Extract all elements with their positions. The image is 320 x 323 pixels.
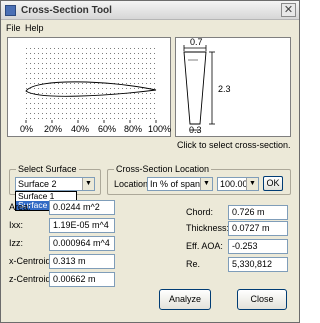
location-select-value: In % of span — [150, 179, 201, 189]
ok-button[interactable]: OK — [263, 176, 283, 191]
tick-40: 40% — [71, 124, 90, 134]
izz-field: 0.000964 m^4 — [49, 236, 115, 251]
planform-bottom-dim: 0.3 — [189, 125, 202, 135]
chevron-down-icon[interactable]: ▼ — [246, 178, 258, 190]
cross-section-location-label: Cross-Section Location — [114, 164, 212, 174]
tick-0: 0% — [20, 124, 34, 134]
re-label: Re. — [186, 259, 201, 269]
percent-select[interactable]: 100.00 ▼ — [217, 177, 259, 191]
cross-section-tool-window: Cross-Section Tool ✕ File Help 0% 20% 40… — [0, 0, 300, 323]
x-centroid-label: x-Centroid: — [9, 256, 54, 266]
window-title: Cross-Section Tool — [21, 5, 112, 16]
tick-60: 60% — [98, 124, 117, 134]
menu-file[interactable]: File — [6, 23, 21, 33]
close-icon[interactable]: ✕ — [281, 3, 296, 17]
thickness-field: 0.0727 m — [228, 221, 288, 236]
chord-label: Chord: — [186, 207, 214, 217]
izz-label: Izz: — [9, 238, 24, 248]
area-label: Area: — [9, 202, 31, 212]
eff-aoa-field: -0.253 — [228, 239, 288, 254]
surface-select-value: Surface 2 — [18, 179, 57, 189]
planform-top-dim: 0.7 — [190, 37, 203, 47]
planform-caption: Click to select cross-section. — [177, 140, 291, 150]
planform-drawing[interactable] — [176, 38, 290, 136]
chevron-down-icon[interactable]: ▼ — [82, 178, 94, 190]
menu-help[interactable]: Help — [25, 23, 44, 33]
airfoil-plot-panel: 0% 20% 40% 60% 80% 100% — [7, 37, 171, 137]
wing-planform — [183, 51, 207, 125]
app-icon — [5, 5, 16, 16]
airfoil-plot — [25, 48, 157, 123]
ixx-field: 1.19E-05 m^4 — [49, 218, 115, 233]
planform-side-dim: 2.3 — [218, 84, 231, 94]
re-field: 5,330,812 — [228, 257, 288, 272]
analyze-button[interactable]: Analyze — [159, 289, 211, 310]
z-centroid-field: 0.00662 m — [49, 272, 115, 287]
surface-select[interactable]: Surface 2 ▼ — [15, 177, 95, 191]
airfoil-outline — [25, 81, 157, 97]
title-bar: Cross-Section Tool ✕ — [1, 1, 299, 20]
percent-select-value: 100.00 — [220, 179, 248, 189]
tick-100: 100% — [148, 124, 172, 134]
close-button[interactable]: Close — [237, 289, 287, 310]
area-field: 0.0244 m^2 — [49, 200, 115, 215]
tick-20: 20% — [44, 124, 63, 134]
chevron-down-icon[interactable]: ▼ — [200, 178, 212, 190]
tick-80: 80% — [124, 124, 143, 134]
location-label: Location: — [114, 179, 151, 189]
eff-aoa-label: Eff. AOA: — [186, 241, 223, 251]
planform-panel[interactable]: 0.7 2.3 0.3 — [175, 37, 291, 137]
menu-bar: File Help — [1, 21, 299, 35]
select-surface-label: Select Surface — [16, 164, 79, 174]
location-select[interactable]: In % of span ▼ — [147, 177, 213, 191]
chord-field: 0.726 m — [228, 205, 288, 220]
x-centroid-field: 0.313 m — [49, 254, 115, 269]
thickness-label: Thickness: — [186, 223, 230, 233]
z-centroid-label: z-Centroid: — [9, 274, 54, 284]
ixx-label: Ixx: — [9, 220, 24, 230]
